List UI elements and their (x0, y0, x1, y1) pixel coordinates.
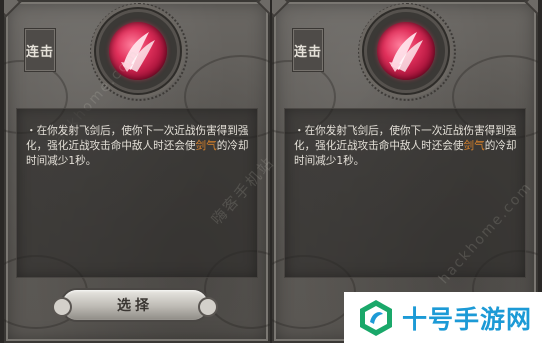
skill-description: ・在你发射飞剑后，使你下一次近战伤害得到强化，强化近战攻击命中敌人时还会使剑气的… (294, 125, 517, 167)
brand-badge: 十号手游网 (344, 292, 542, 343)
skill-title: 连击 (24, 28, 56, 72)
description-panel: ・在你发射飞剑后，使你下一次近战伤害得到强化，强化近战攻击命中敌人时还会使剑气的… (284, 108, 526, 278)
brand-name: 十号手游网 (402, 304, 533, 334)
highlight-keyword: 剑气 (463, 140, 485, 152)
shihao-logo-icon (360, 299, 392, 336)
description-panel: ・在你发射飞剑后，使你下一次近战伤害得到强化，强化近战攻击命中敌人时还会使剑气的… (16, 108, 258, 278)
corner-ornament (524, 0, 538, 18)
highlight-keyword: 剑气 (195, 140, 217, 152)
corner-ornament (272, 0, 290, 18)
corner-ornament (4, 0, 22, 18)
button-cap-right (198, 297, 218, 317)
corner-ornament (256, 0, 270, 18)
select-button-label: 选择 (117, 298, 153, 314)
button-cap-left (52, 297, 72, 317)
select-button[interactable]: 选择 (52, 290, 218, 320)
skill-card-left[interactable]: 连击 hackhome.com ・在你发射飞剑后，使你下一次近战伤害得到强化，强… (4, 0, 270, 343)
skill-description: ・在你发射飞剑后，使你下一次近战伤害得到强化，强化近战攻击命中敌人时还会使剑气的… (26, 125, 249, 167)
skill-title: 连击 (292, 28, 324, 72)
flying-sword-icon (389, 32, 423, 72)
